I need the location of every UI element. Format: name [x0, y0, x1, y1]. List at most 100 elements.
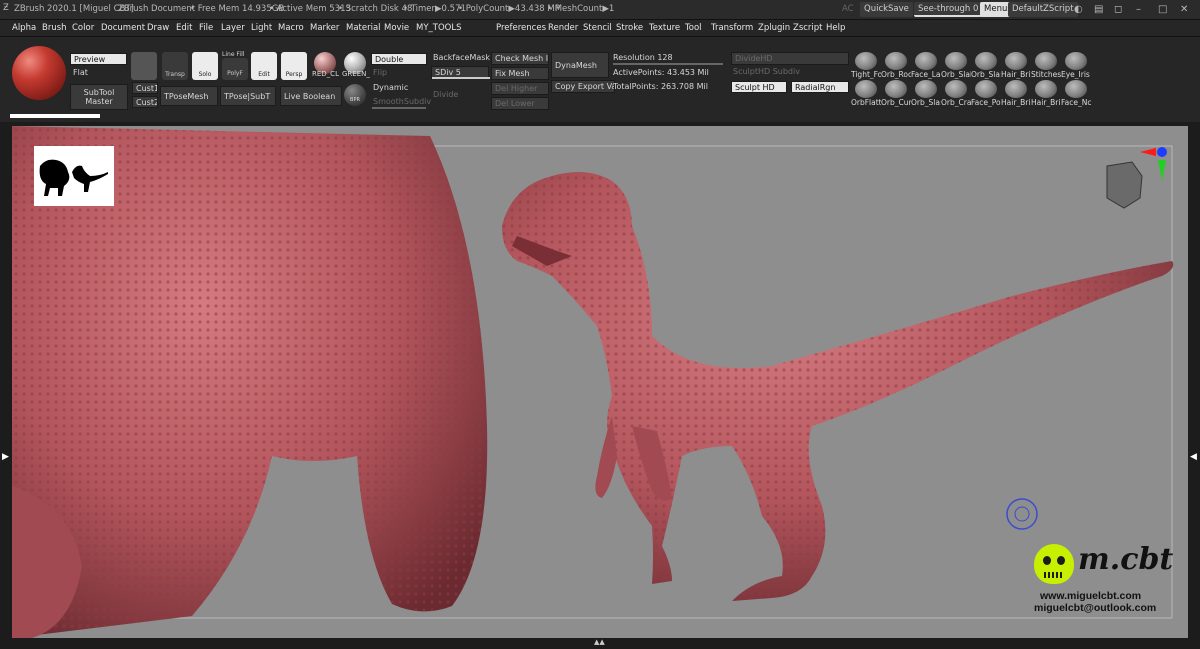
dinosaur-silhouette-icon	[39, 159, 108, 196]
layout-icon[interactable]: ▤	[1094, 4, 1103, 15]
dynamesh-button[interactable]: DynaMesh	[551, 52, 609, 78]
smooth-subdiv-slider[interactable]: SmoothSubdiv	[373, 97, 431, 106]
menu-zplugin[interactable]: Zplugin	[758, 23, 790, 33]
chevron-up-icon[interactable]: ▲▲	[594, 638, 605, 646]
dividehd-button[interactable]: DivideHD	[731, 52, 849, 65]
resolution-track[interactable]	[613, 63, 723, 65]
live-boolean-button[interactable]: Live Boolean	[280, 86, 342, 106]
menu-light[interactable]: Light	[251, 23, 272, 33]
brush-r1-5-icon[interactable]	[1005, 52, 1027, 70]
menu-transform[interactable]: Transform	[711, 23, 753, 33]
zbrush-window: Ƶ ZBrush 2020.1 [Miguel CBT] ZBrush Docu…	[0, 0, 1200, 649]
smooth-subdiv-track[interactable]	[372, 107, 426, 109]
edit-button[interactable]: Edit	[251, 52, 277, 80]
tpose-subt-button[interactable]: TPose|SubT	[220, 86, 276, 106]
bpr-button[interactable]: BPR	[344, 84, 366, 106]
subtool-master-button[interactable]: SubTool Master	[70, 84, 128, 110]
chevron-right-icon[interactable]: ▶	[2, 452, 9, 462]
copy-export-values-button[interactable]: Copy Export Values	[551, 80, 615, 93]
brush-r1-0-icon[interactable]	[855, 52, 877, 70]
brush-r2-3-icon[interactable]	[945, 80, 967, 98]
sdiv-track[interactable]	[432, 77, 490, 79]
menu-help[interactable]: Help	[826, 23, 845, 33]
brush-r2-5-icon[interactable]	[1005, 80, 1027, 98]
see-through-slider[interactable]: See-through 0	[914, 2, 983, 17]
menu-edit[interactable]: Edit	[176, 23, 192, 33]
brush-r2-4-icon[interactable]	[975, 80, 997, 98]
menu-movie[interactable]: Movie	[384, 23, 409, 33]
brush-r1-6-icon[interactable]	[1035, 52, 1057, 70]
close-icon[interactable]: ✕	[1180, 4, 1188, 15]
preview-field[interactable]: Preview	[70, 53, 127, 65]
flip-button[interactable]: Flip	[373, 68, 387, 77]
menu-texture[interactable]: Texture	[649, 23, 680, 33]
double-button[interactable]: Double	[371, 53, 427, 65]
brush-r1-2-icon[interactable]	[915, 52, 937, 70]
del-lower-button[interactable]: Del Lower	[491, 97, 549, 110]
brush-r1-7-icon[interactable]	[1065, 52, 1087, 70]
menu-preferences[interactable]: Preferences	[496, 23, 546, 33]
fix-mesh-button[interactable]: Fix Mesh	[491, 67, 549, 80]
menu-zscript[interactable]: Zscript	[793, 23, 823, 33]
menu-marker[interactable]: Marker	[310, 23, 339, 33]
menu-brush[interactable]: Brush	[42, 23, 67, 33]
del-higher-button[interactable]: Del Higher	[491, 82, 549, 95]
brush-label: Hair_Bri	[1001, 70, 1031, 79]
brush-r2-1-icon[interactable]	[885, 80, 907, 98]
cust1-button[interactable]: Cust1	[132, 82, 158, 94]
menu-file[interactable]: File	[199, 23, 213, 33]
total-points: TotalPoints: 263.708 Mil	[613, 82, 708, 91]
menu-draw[interactable]: Draw	[147, 23, 169, 33]
persp-button[interactable]: Persp	[281, 52, 307, 80]
brush-r2-2-icon[interactable]	[915, 80, 937, 98]
menu-material[interactable]: Material	[346, 23, 381, 33]
quicksave-button[interactable]: QuickSave	[860, 2, 913, 17]
maximize-icon[interactable]: □	[1158, 4, 1167, 15]
sculpt-hd-button[interactable]: Sculpt HD	[731, 81, 787, 93]
brush-r2-0-icon[interactable]	[855, 80, 877, 98]
check-mesh-button[interactable]: Check Mesh Inte	[491, 52, 549, 65]
transp-button[interactable]: Transp	[162, 52, 188, 80]
popup-icon[interactable]: ◻	[1114, 4, 1122, 15]
document-canvas[interactable]: m.cbt www.miguelcbt.com miguelcbt@outloo…	[12, 126, 1188, 638]
dynamic-button[interactable]: Dynamic	[373, 83, 408, 92]
menu-tool[interactable]: Tool	[685, 23, 702, 33]
menu-document[interactable]: Document	[101, 23, 145, 33]
minimize-icon[interactable]: –	[1136, 4, 1141, 15]
x-axis-icon[interactable]	[1140, 148, 1156, 156]
default-zscript-button[interactable]: DefaultZScript	[1008, 2, 1078, 17]
menu-stencil[interactable]: Stencil	[583, 23, 612, 33]
palette-icon[interactable]: ◐	[1074, 4, 1083, 15]
z-axis-icon[interactable]	[1157, 147, 1167, 157]
sculpthd-subdiv-slider[interactable]: SculptHD Subdiv	[733, 67, 800, 76]
menu-render[interactable]: Render	[548, 23, 578, 33]
brush-r2-6-icon[interactable]	[1035, 80, 1057, 98]
radial-rgn-button[interactable]: RadialRgn	[791, 81, 849, 93]
backface-mask-button[interactable]: BackfaceMask	[433, 53, 490, 62]
brush-r1-4-icon[interactable]	[975, 52, 997, 70]
navigation-gizmo[interactable]	[1106, 147, 1167, 209]
menu-alpha[interactable]: Alpha	[12, 23, 36, 33]
right-tray-rail[interactable]: ◀	[1188, 122, 1200, 642]
menu-color[interactable]: Color	[72, 23, 94, 33]
brush-r2-7-icon[interactable]	[1065, 80, 1087, 98]
menu-layer[interactable]: Layer	[221, 23, 245, 33]
y-axis-icon[interactable]	[1158, 160, 1166, 181]
brush-r1-3-icon[interactable]	[945, 52, 967, 70]
tposemesh-button[interactable]: TPoseMesh	[160, 86, 218, 106]
menu-my-tools[interactable]: MY_TOOLS	[416, 23, 461, 33]
cust2-button[interactable]: Cust2	[132, 96, 158, 108]
brush-r1-1-icon[interactable]	[885, 52, 907, 70]
resolution-slider[interactable]: Resolution 128	[613, 53, 673, 62]
divide-button[interactable]: Divide	[433, 90, 458, 99]
chevron-left-icon[interactable]: ◀	[1190, 452, 1197, 462]
left-tray-rail[interactable]: ▶	[0, 122, 12, 642]
solo-button[interactable]: Solo	[192, 52, 218, 80]
menu-stroke[interactable]: Stroke	[616, 23, 643, 33]
skull-logo-icon	[1034, 544, 1074, 584]
flat-button[interactable]: Flat	[73, 68, 88, 77]
menu-macro[interactable]: Macro	[278, 23, 304, 33]
polyf-button[interactable]: PolyF	[222, 58, 248, 80]
draw-mode-icon[interactable]	[131, 52, 157, 80]
material-preview-sphere[interactable]	[12, 46, 66, 100]
